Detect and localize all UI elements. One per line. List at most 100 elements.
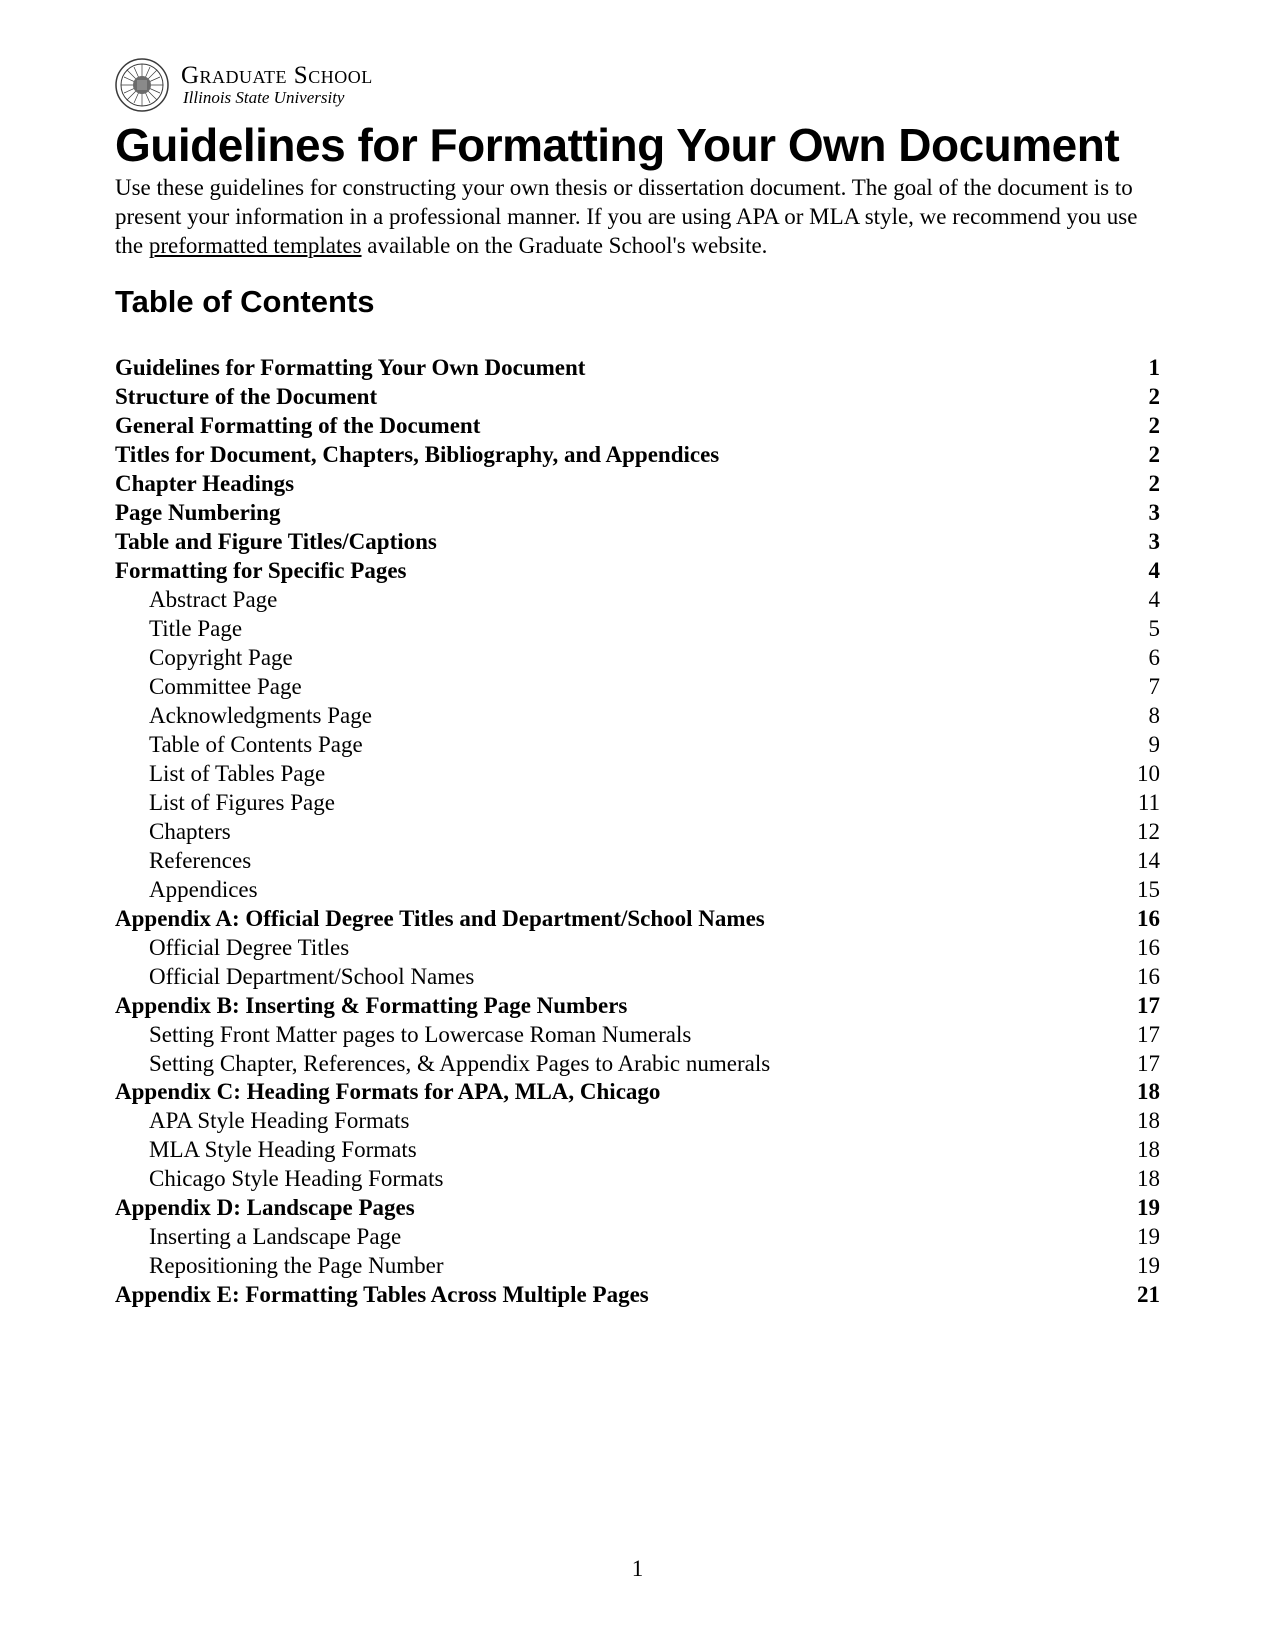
toc-entry-label: Abstract Page: [115, 586, 277, 615]
toc-entry[interactable]: References 14: [115, 847, 1160, 876]
toc-entry[interactable]: List of Tables Page 10: [115, 760, 1160, 789]
page-title: Guidelines for Formatting Your Own Docum…: [115, 118, 1160, 172]
toc-entry[interactable]: Abstract Page4: [115, 586, 1160, 615]
toc-entry-page: 11: [1120, 789, 1160, 818]
toc-entry[interactable]: Setting Chapter, References, & Appendix …: [115, 1050, 1160, 1079]
toc-entry-label: Table of Contents Page: [115, 731, 363, 760]
toc-entry-label: Titles for Document, Chapters, Bibliogra…: [115, 441, 719, 470]
intro-text-after: available on the Graduate School's websi…: [362, 233, 768, 258]
toc-entry-label: Chapter Headings: [115, 470, 294, 499]
toc-entry-page: 16: [1120, 905, 1160, 934]
toc-entry-page: 8: [1120, 702, 1160, 731]
toc-entry[interactable]: Copyright Page 6: [115, 644, 1160, 673]
toc-entry-page: 3: [1120, 528, 1160, 557]
toc-entry-page: 14: [1120, 847, 1160, 876]
toc-entry[interactable]: Table and Figure Titles/Captions 3: [115, 528, 1160, 557]
toc-entry[interactable]: Guidelines for Formatting Your Own Docum…: [115, 354, 1160, 383]
toc-entry[interactable]: APA Style Heading Formats 18: [115, 1107, 1160, 1136]
school-name: Graduate School: [181, 63, 373, 89]
toc-entry-page: 2: [1120, 470, 1160, 499]
toc-entry-label: Setting Front Matter pages to Lowercase …: [115, 1021, 691, 1050]
toc-entry-label: Committee Page: [115, 673, 302, 702]
toc-entry-label: Table and Figure Titles/Captions: [115, 528, 437, 557]
toc-entry-page: 19: [1120, 1194, 1160, 1223]
toc-entry-label: Official Department/School Names: [115, 963, 474, 992]
toc-heading: Table of Contents: [115, 284, 1160, 320]
toc-entry-page: 16: [1120, 963, 1160, 992]
toc-entry[interactable]: Appendix B: Inserting & Formatting Page …: [115, 992, 1160, 1021]
toc-entry[interactable]: General Formatting of the Document2: [115, 412, 1160, 441]
toc-entry[interactable]: Appendices 15: [115, 876, 1160, 905]
institution-header: Graduate School Illinois State Universit…: [115, 58, 1160, 112]
toc-entry[interactable]: Appendix D: Landscape Pages 19: [115, 1194, 1160, 1223]
toc-entry-label: Copyright Page: [115, 644, 293, 673]
toc-entry[interactable]: Title Page 5: [115, 615, 1160, 644]
toc-entry[interactable]: MLA Style Heading Formats18: [115, 1136, 1160, 1165]
toc-entry[interactable]: Titles for Document, Chapters, Bibliogra…: [115, 441, 1160, 470]
toc-entry-page: 21: [1120, 1281, 1160, 1310]
toc-entry[interactable]: Acknowledgments Page8: [115, 702, 1160, 731]
toc-entry[interactable]: Chapter Headings 2: [115, 470, 1160, 499]
toc-entry-label: APA Style Heading Formats: [115, 1107, 409, 1136]
toc-entry[interactable]: Repositioning the Page Number 19: [115, 1252, 1160, 1281]
toc-entry[interactable]: Appendix C: Heading Formats for APA, MLA…: [115, 1078, 1160, 1107]
toc-entry-label: Official Degree Titles: [115, 934, 349, 963]
toc-entry-label: Appendix B: Inserting & Formatting Page …: [115, 992, 627, 1021]
toc-entry[interactable]: Table of Contents Page 9: [115, 731, 1160, 760]
toc-entry-page: 5: [1120, 615, 1160, 644]
toc-entry[interactable]: Structure of the Document2: [115, 383, 1160, 412]
toc-entry-page: 9: [1120, 731, 1160, 760]
toc-entry-page: 6: [1120, 644, 1160, 673]
toc-entry-label: List of Figures Page: [115, 789, 335, 818]
university-seal-icon: [115, 58, 169, 112]
toc-entry-page: 18: [1120, 1165, 1160, 1194]
toc-entry-page: 10: [1120, 760, 1160, 789]
toc-entry-page: 1: [1120, 354, 1160, 383]
toc-entry-label: Chapters: [115, 818, 231, 847]
toc-entry[interactable]: Committee Page 7: [115, 673, 1160, 702]
toc-entry[interactable]: Official Department/School Names 16: [115, 963, 1160, 992]
toc-entry-label: List of Tables Page: [115, 760, 325, 789]
toc-entry-label: Inserting a Landscape Page: [115, 1223, 401, 1252]
toc-entry[interactable]: Chapters12: [115, 818, 1160, 847]
toc-entry-label: Formatting for Specific Pages: [115, 557, 406, 586]
table-of-contents: Guidelines for Formatting Your Own Docum…: [115, 354, 1160, 1310]
toc-entry[interactable]: Formatting for Specific Pages4: [115, 557, 1160, 586]
toc-entry[interactable]: Inserting a Landscape Page 19: [115, 1223, 1160, 1252]
toc-entry-label: References: [115, 847, 251, 876]
toc-entry-label: Repositioning the Page Number: [115, 1252, 444, 1281]
university-name: Illinois State University: [183, 89, 373, 107]
toc-entry-label: Appendix E: Formatting Tables Across Mul…: [115, 1281, 649, 1310]
toc-entry-label: Guidelines for Formatting Your Own Docum…: [115, 354, 585, 383]
toc-entry[interactable]: Appendix E: Formatting Tables Across Mul…: [115, 1281, 1160, 1310]
toc-entry-page: 19: [1120, 1223, 1160, 1252]
toc-entry-page: 18: [1120, 1107, 1160, 1136]
toc-entry-page: 18: [1120, 1078, 1160, 1107]
toc-entry-page: 2: [1120, 441, 1160, 470]
toc-entry-page: 17: [1120, 992, 1160, 1021]
toc-entry[interactable]: Official Degree Titles 16: [115, 934, 1160, 963]
toc-entry[interactable]: Chicago Style Heading Formats 18: [115, 1165, 1160, 1194]
toc-entry[interactable]: Setting Front Matter pages to Lowercase …: [115, 1021, 1160, 1050]
toc-entry[interactable]: List of Figures Page 11: [115, 789, 1160, 818]
toc-entry-label: Setting Chapter, References, & Appendix …: [115, 1050, 770, 1079]
toc-entry-label: Structure of the Document: [115, 383, 377, 412]
toc-entry-label: Appendix A: Official Degree Titles and D…: [115, 905, 765, 934]
preformatted-templates-link[interactable]: preformatted templates: [149, 233, 362, 258]
intro-paragraph: Use these guidelines for constructing yo…: [115, 174, 1160, 260]
toc-entry-label: Appendix D: Landscape Pages: [115, 1194, 415, 1223]
page-number: 1: [0, 1556, 1275, 1582]
toc-entry-label: Appendix C: Heading Formats for APA, MLA…: [115, 1078, 660, 1107]
toc-entry-label: Chicago Style Heading Formats: [115, 1165, 444, 1194]
toc-entry-page: 16: [1120, 934, 1160, 963]
toc-entry-page: 3: [1120, 499, 1160, 528]
toc-entry[interactable]: Page Numbering3: [115, 499, 1160, 528]
toc-entry-label: Title Page: [115, 615, 242, 644]
toc-entry-page: 7: [1120, 673, 1160, 702]
toc-entry-page: 2: [1120, 412, 1160, 441]
toc-entry-label: Appendices: [115, 876, 258, 905]
toc-entry[interactable]: Appendix A: Official Degree Titles and D…: [115, 905, 1160, 934]
toc-entry-page: 15: [1120, 876, 1160, 905]
toc-entry-label: MLA Style Heading Formats: [115, 1136, 417, 1165]
toc-entry-page: 19: [1120, 1252, 1160, 1281]
